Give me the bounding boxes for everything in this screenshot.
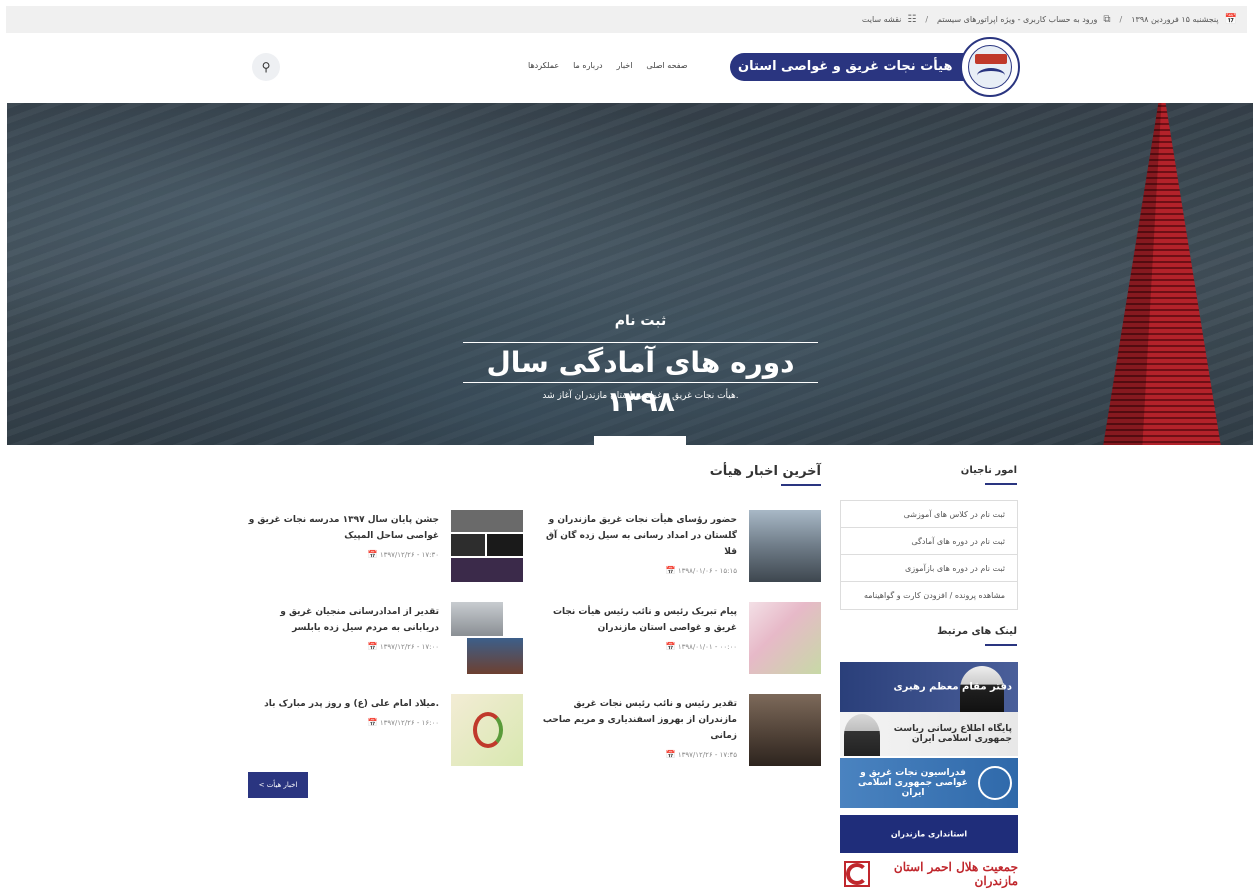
banner-label: دفتر مقام معظم رهبری <box>893 681 1012 693</box>
news-item[interactable]: تقدیر رئیس و نائب رئیس نجات غریق مازندرا… <box>521 694 821 766</box>
hero-subtitle: ثبت نام <box>614 313 667 329</box>
sidebar-item-view-file[interactable]: مشاهده پرونده / افزودن کارت و گواهینامه <box>841 582 1017 609</box>
news-thumbnail[interactable] <box>749 510 821 582</box>
news-headline[interactable]: پیام تبریک رئیس و نائب رئیس هیأت نجات غر… <box>542 604 737 636</box>
news-date: ۱۳۹۷/۱۲/۲۶ - ۱۷:۴۵ <box>677 751 737 759</box>
separator: / <box>925 15 929 24</box>
red-crescent-icon <box>844 861 870 887</box>
sitemap-icon[interactable]: ☷ <box>907 14 916 25</box>
banner-federation[interactable]: فدراسیون نجات غریق و غواصی جمهوری اسلامی… <box>840 758 1018 808</box>
news-date: ۱۳۹۸/۰۱/۰۱ - ۰۰:۰۰ <box>677 643 737 651</box>
calendar-icon: 📅 <box>367 718 378 727</box>
logo-title[interactable]: هیأت نجات غریق و غواصی استان مازندران <box>730 53 970 102</box>
sitemap-link[interactable]: نقشه سایت <box>862 15 901 24</box>
login-link[interactable]: ورود به حساب کاربری - ویژه اپراتورهای سی… <box>937 15 1097 24</box>
news-item[interactable]: میلاد امام علی (ع) و روز پدر مبارک باد. … <box>223 694 523 766</box>
banner-leader-office[interactable]: دفتر مقام معظم رهبری <box>840 662 1018 712</box>
title-underline <box>781 484 821 486</box>
top-bar-content: 📅 پنجشنبه ۱۵ فروردین ۱۳۹۸ / ⧉ ورود به حس… <box>862 6 1237 33</box>
calendar-icon: 📅 <box>367 550 378 559</box>
title-underline <box>985 644 1017 646</box>
news-thumbnail[interactable] <box>451 510 523 582</box>
banner-label: فدراسیون نجات غریق و غواصی جمهوری اسلامی… <box>858 768 968 798</box>
news-thumbnail[interactable] <box>749 694 821 766</box>
news-headline[interactable]: تقدیر رئیس و نائب رئیس نجات غریق مازندرا… <box>542 696 737 744</box>
hero-slider: ثبت نام دوره های آمادگی سال ۱۳۹۸ هیأت نج… <box>7 103 1253 445</box>
news-thumbnail[interactable] <box>749 602 821 674</box>
banner-governorate[interactable]: استانداری مازندران <box>840 815 1018 853</box>
news-item[interactable]: پیام تبریک رئیس و نائب رئیس هیأت نجات غر… <box>521 602 821 674</box>
news-thumbnail[interactable] <box>451 694 523 766</box>
nav-item-about[interactable]: درباره ما <box>573 61 602 70</box>
sidebar-item-refresher-courses[interactable]: ثبت نام در دوره های بازآموزی <box>841 555 1017 582</box>
logo-emblem-icon[interactable] <box>960 37 1020 97</box>
lane-rope-image <box>1103 103 1221 445</box>
calendar-icon: 📅 <box>665 750 676 759</box>
nav-item-home[interactable]: صفحه اصلی <box>646 61 687 70</box>
hero-register-button[interactable]: ثبت نام <box>594 436 686 445</box>
banner-label: پایگاه اطلاع رسانی ریاست جمهوری اسلامی ا… <box>893 724 1012 744</box>
main-nav: صفحه اصلی اخبار درباره ما عملکردها <box>528 61 688 70</box>
banner-president[interactable]: پایگاه اطلاع رسانی ریاست جمهوری اسلامی ا… <box>840 712 1018 756</box>
calendar-icon: 📅 <box>1224 14 1237 25</box>
news-date: ۱۳۹۷/۱۲/۲۶ - ۱۷:۳۰ <box>379 551 439 559</box>
top-bar: 📅 پنجشنبه ۱۵ فروردین ۱۳۹۸ / ⧉ ورود به حس… <box>6 6 1247 33</box>
calendar-icon: 📅 <box>665 642 676 651</box>
search-icon: ⚲ <box>261 60 271 74</box>
site-logo[interactable]: هیأت نجات غریق و غواصی استان مازندران <box>730 37 1020 102</box>
news-date: ۱۳۹۷/۱۲/۲۶ - ۱۷:۰۰ <box>379 643 439 651</box>
portrait-image <box>844 714 880 756</box>
news-headline[interactable]: حضور رؤسای هیأت نجات غریق مازندران و گلس… <box>542 512 737 560</box>
news-date: ۱۳۹۷/۱۲/۲۶ - ۱۶:۰۰ <box>379 719 439 727</box>
sidebar-title: امور ناجیان <box>960 465 1017 476</box>
banner-red-crescent[interactable]: جمعیت هلال احمر استان مازندران <box>840 858 1018 890</box>
current-date: پنجشنبه ۱۵ فروردین ۱۳۹۸ <box>1131 15 1219 24</box>
calendar-icon: 📅 <box>665 566 676 575</box>
sidebar-item-readiness-courses[interactable]: ثبت نام در دوره های آمادگی <box>841 528 1017 555</box>
external-link-icon[interactable]: ⧉ <box>1103 14 1110 25</box>
news-item[interactable]: تقدیر از امدادرسانی منجیان غریق و دریابا… <box>223 602 523 674</box>
more-news-button[interactable]: < اخبار هیأت <box>248 772 308 798</box>
news-headline[interactable]: تقدیر از امدادرسانی منجیان غریق و دریابا… <box>244 604 439 636</box>
news-item[interactable]: حضور رؤسای هیأت نجات غریق مازندران و گلس… <box>521 510 821 582</box>
separator: / <box>1119 15 1123 24</box>
news-headline[interactable]: میلاد امام علی (ع) و روز پدر مبارک باد. <box>244 696 439 712</box>
news-headline[interactable]: جشن پایان سال ۱۳۹۷ مدرسه نجات غریق و غوا… <box>244 512 439 544</box>
news-item[interactable]: جشن پایان سال ۱۳۹۷ مدرسه نجات غریق و غوا… <box>223 510 523 582</box>
news-section-title: آخرین اخبار هیأت <box>709 464 821 479</box>
calendar-icon: 📅 <box>367 642 378 651</box>
hero-description: هیأت نجات غریق و غواصی استان مازندران آغ… <box>542 391 739 401</box>
federation-emblem-icon <box>978 766 1012 800</box>
news-date: ۱۳۹۸/۰۱/۰۶ - ۱۵:۱۵ <box>677 567 737 575</box>
site-header: هیأت نجات غریق و غواصی استان مازندران صف… <box>0 33 1253 103</box>
news-thumbnail[interactable] <box>451 602 523 674</box>
nav-item-news[interactable]: اخبار <box>617 61 633 70</box>
title-underline <box>985 483 1017 485</box>
nav-item-performance[interactable]: عملکردها <box>528 61 559 70</box>
hero-title: دوره های آمادگی سال ۱۳۹۸ <box>463 342 818 418</box>
related-links-title: لینک های مرتبط <box>937 626 1017 637</box>
sidebar-item-training-classes[interactable]: ثبت نام در کلاس های آموزشی <box>841 501 1017 528</box>
banner-label: جمعیت هلال احمر استان مازندران <box>893 860 1018 888</box>
banner-label: استانداری مازندران <box>890 829 968 839</box>
sidebar-menu: ثبت نام در کلاس های آموزشی ثبت نام در دو… <box>840 500 1018 610</box>
search-button[interactable]: ⚲ <box>252 53 280 81</box>
